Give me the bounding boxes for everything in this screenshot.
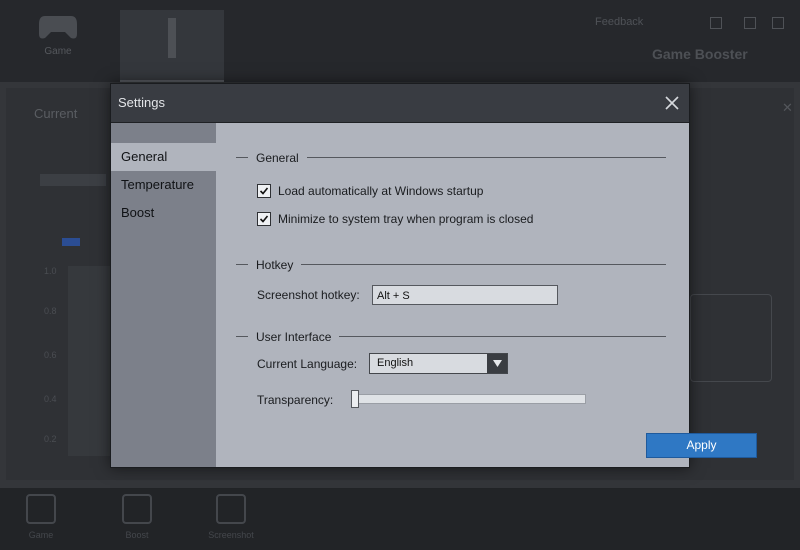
sidebar-item-general[interactable]: General — [111, 143, 216, 171]
checkmark-icon — [259, 215, 269, 223]
section-title-general: General — [248, 150, 307, 166]
maximize-icon — [744, 17, 756, 29]
chart-y-tick: 0.4 — [44, 394, 57, 404]
chart-y-tick: 0.8 — [44, 306, 57, 316]
section-title-hotkey: Hotkey — [248, 257, 302, 273]
load-on-startup-option[interactable]: Load automatically at Windows startup — [257, 182, 483, 200]
screenshot-hotkey-input[interactable]: Alt + S — [372, 285, 558, 305]
checkmark-icon — [259, 187, 269, 195]
feedback-link: Feedback — [595, 16, 644, 28]
app-bottom-bar: Game Boost Screenshot — [0, 488, 800, 550]
bottom-item-screenshot: Screenshot — [196, 494, 266, 540]
language-value: English — [377, 357, 414, 369]
load-on-startup-checkbox[interactable] — [257, 184, 271, 198]
apply-button[interactable]: Apply — [646, 433, 757, 458]
close-icon — [665, 96, 679, 110]
panel-title: Current — [34, 106, 78, 121]
minimize-to-tray-checkbox[interactable] — [257, 212, 271, 226]
chart-y-tick: 1.0 — [44, 266, 57, 276]
panel-strip — [40, 174, 106, 186]
dialog-title: Settings — [118, 95, 165, 110]
nav-tools-active — [120, 10, 224, 82]
transparency-slider[interactable] — [356, 394, 586, 404]
settings-sidebar: General Temperature Boost — [111, 123, 216, 467]
panel-close-icon: ✕ — [782, 100, 793, 115]
sidebar-item-boost[interactable]: Boost — [111, 199, 216, 227]
transparency-slider-thumb[interactable] — [351, 390, 359, 408]
chevron-down-icon[interactable] — [487, 354, 507, 373]
close-button[interactable] — [659, 90, 685, 116]
bottom-item-boost: Boost — [102, 494, 172, 540]
minimize-icon — [710, 17, 722, 29]
nav-game: Game — [30, 12, 86, 74]
section-general: General — [236, 150, 666, 166]
game-icon — [26, 494, 56, 524]
screenshot-hotkey-label: Screenshot hotkey: — [257, 288, 360, 302]
settings-dialog: Settings General Temperature Boost Gener… — [110, 83, 757, 468]
section-hotkey: Hotkey — [236, 257, 666, 273]
minimize-to-tray-label: Minimize to system tray when program is … — [278, 212, 534, 226]
screenshot-icon — [216, 494, 246, 524]
sidebar-item-temperature[interactable]: Temperature — [111, 171, 216, 199]
transparency-label: Transparency: — [257, 393, 334, 407]
legend-swatch — [62, 238, 80, 246]
chart-y-tick: 0.2 — [44, 434, 57, 444]
gamepad-icon — [39, 16, 77, 39]
chart-y-tick: 0.6 — [44, 350, 57, 360]
dialog-titlebar: Settings — [111, 84, 689, 123]
section-user-interface: User Interface — [236, 329, 666, 345]
side-box — [690, 294, 772, 382]
settings-content: General Load automatically at Windows st… — [216, 123, 757, 467]
boost-icon — [122, 494, 152, 524]
section-title-user-interface: User Interface — [248, 329, 340, 345]
thermometer-icon — [168, 18, 176, 58]
app-header: Game Feedback Game Booster — [0, 0, 800, 82]
load-on-startup-label: Load automatically at Windows startup — [278, 184, 484, 198]
bottom-item-game: Game — [6, 494, 76, 540]
nav-game-label: Game — [44, 46, 72, 57]
language-select[interactable]: English — [369, 353, 508, 374]
minimize-to-tray-option[interactable]: Minimize to system tray when program is … — [257, 210, 533, 228]
app-brand: Game Booster — [652, 46, 748, 62]
language-label: Current Language: — [257, 357, 358, 371]
close-app-icon — [772, 17, 784, 29]
